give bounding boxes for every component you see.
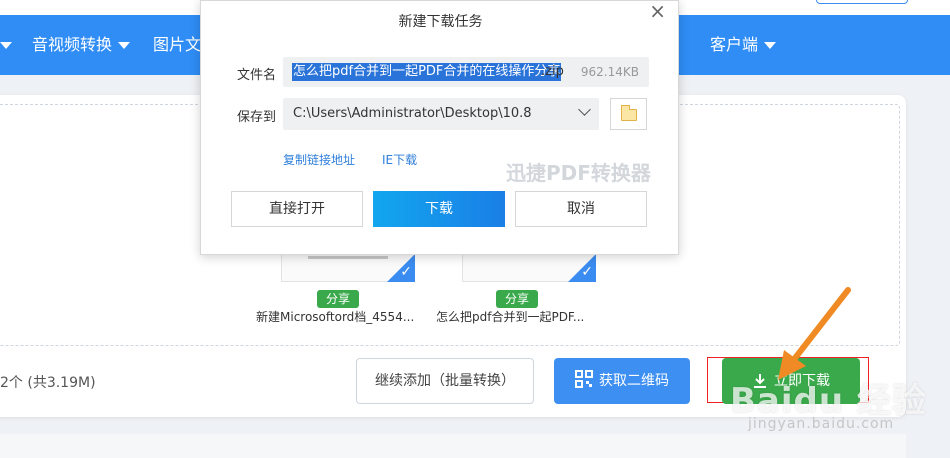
baidu-url-watermark: jingyan.baidu.com [748,416,895,432]
baidu-watermark: Baidu 经验 [730,381,927,421]
